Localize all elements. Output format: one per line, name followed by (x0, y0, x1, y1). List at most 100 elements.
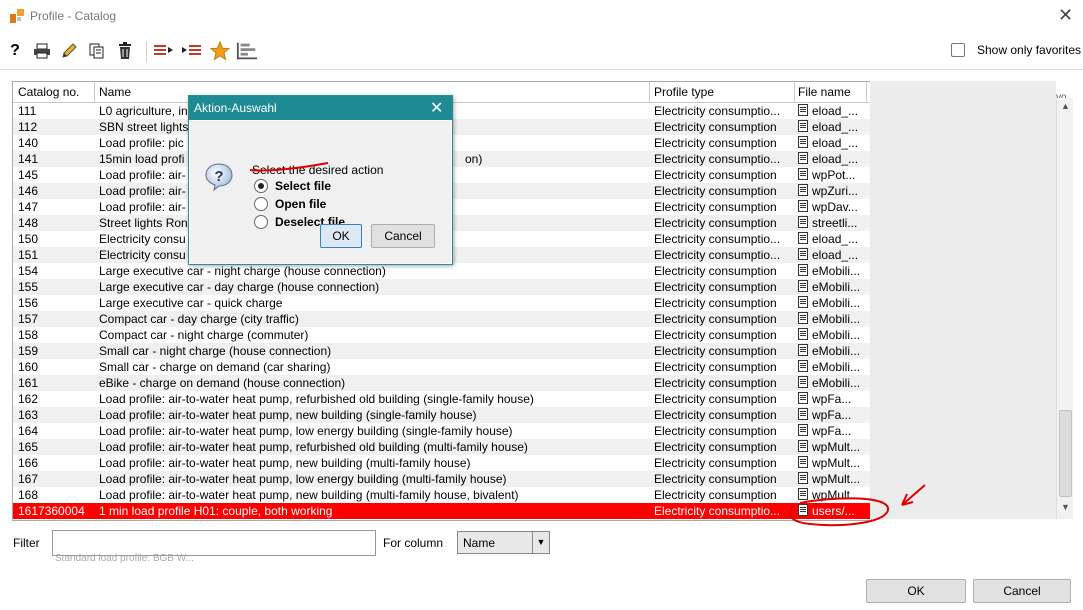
dropdown-arrow-icon[interactable]: ▼ (532, 532, 549, 553)
cell-catalog-no: 145 (18, 168, 39, 182)
table-row[interactable]: 154 Large executive car - night charge (h… (13, 263, 871, 279)
column-select[interactable]: Name ▼ (457, 531, 550, 554)
scroll-up-arrow-icon[interactable]: ▲ (1061, 101, 1070, 111)
radio-open-file[interactable]: Open file (254, 196, 326, 212)
file-name-text: wpMult... (812, 472, 861, 486)
table-row[interactable]: 164 Load profile: air-to-water heat pump,… (13, 423, 871, 439)
cell-file-name[interactable]: wpZuri... (798, 183, 870, 199)
list-move-right-icon[interactable] (154, 39, 176, 63)
cell-catalog-no: 147 (18, 200, 39, 214)
copy-icon[interactable] (86, 39, 108, 63)
cell-file-name[interactable]: streetli... (798, 215, 870, 231)
table-row[interactable]: 159 Small car - night charge (house conne… (13, 343, 871, 359)
cancel-button[interactable]: Cancel (973, 579, 1071, 603)
cell-file-name[interactable]: wpPot... (798, 167, 870, 183)
scrollbar-thumb[interactable] (1059, 410, 1072, 497)
file-name-text: eload_... (812, 232, 859, 246)
table-row[interactable]: 155 Large executive car - day charge (hou… (13, 279, 871, 295)
cell-file-name[interactable]: eload_... (798, 135, 870, 151)
cell-file-name[interactable]: users/... (798, 503, 870, 519)
ok-button[interactable]: OK (866, 579, 966, 603)
radio-button[interactable] (254, 197, 268, 211)
dialog-ok-button[interactable]: OK (320, 224, 362, 248)
column-layout-icon[interactable] (236, 39, 258, 63)
cell-file-name[interactable]: eMobili... (798, 279, 870, 295)
table-row[interactable]: 166 Load profile: air-to-water heat pump,… (13, 455, 871, 471)
file-name-text: wpPot... (812, 168, 856, 182)
vertical-scrollbar[interactable]: ▲ ▼ (1056, 98, 1073, 519)
dialog-close-icon[interactable]: ✕ (430, 98, 443, 118)
print-icon[interactable] (31, 39, 53, 63)
column-header-catalog-no[interactable]: Catalog no. (18, 85, 79, 99)
radio-select-file[interactable]: Select file (254, 178, 331, 194)
table-row[interactable]: 156 Large executive car - quick charge Ele… (13, 295, 871, 311)
file-icon (798, 152, 808, 164)
file-icon (798, 296, 808, 308)
column-divider[interactable] (94, 82, 95, 102)
cell-file-name[interactable]: wpMult... (798, 487, 870, 503)
file-name-text: wpDav... (812, 200, 858, 214)
cell-file-name[interactable]: wpFa... (798, 407, 870, 423)
column-header-profile-type[interactable]: Profile type (654, 85, 714, 99)
cell-file-name[interactable]: eMobili... (798, 311, 870, 327)
table-row[interactable]: 168 Load profile: air-to-water heat pump,… (13, 487, 871, 503)
for-column-label: For column (383, 536, 444, 550)
cell-file-name[interactable]: eMobili... (798, 263, 870, 279)
cell-file-name[interactable]: eload_... (798, 231, 870, 247)
cell-file-name[interactable]: eload_... (798, 247, 870, 263)
cell-file-name[interactable]: wpMult... (798, 455, 870, 471)
cell-file-name[interactable]: eMobili... (798, 327, 870, 343)
cell-catalog-no: 154 (18, 264, 39, 278)
table-row[interactable]: 165 Load profile: air-to-water heat pump,… (13, 439, 871, 455)
help-icon[interactable]: ? (4, 39, 26, 63)
table-row[interactable]: 157 Compact car - day charge (city traffi… (13, 311, 871, 327)
cell-catalog-no: 1617360004 (18, 504, 85, 518)
cell-catalog-no: 146 (18, 184, 39, 198)
column-divider[interactable] (794, 82, 795, 102)
cell-file-name[interactable]: eMobili... (798, 343, 870, 359)
scroll-down-arrow-icon[interactable]: ▼ (1061, 502, 1070, 512)
cell-name: Load profile: air-to-water heat pump, ne… (99, 488, 519, 502)
cell-file-name[interactable]: eload_... (798, 119, 870, 135)
favorite-star-icon[interactable] (209, 39, 231, 63)
dialog-cancel-button[interactable]: Cancel (371, 224, 435, 248)
file-icon (798, 104, 808, 116)
cell-catalog-no: 140 (18, 136, 39, 150)
obscured-text: Standard load profile: BGB W... (55, 553, 194, 564)
edit-pencil-icon[interactable] (58, 39, 80, 63)
cell-file-name[interactable]: wpMult... (798, 471, 870, 487)
table-row[interactable]: 163 Load profile: air-to-water heat pump,… (13, 407, 871, 423)
cell-file-name[interactable]: eload_... (798, 151, 870, 167)
table-row[interactable]: 160 Small car - charge on demand (car sha… (13, 359, 871, 375)
cell-file-name[interactable]: eMobili... (798, 359, 870, 375)
cell-name: Small car - charge on demand (car sharin… (99, 360, 331, 374)
delete-trash-icon[interactable] (114, 39, 136, 63)
cell-file-name[interactable]: eMobili... (798, 375, 870, 391)
file-icon (798, 344, 808, 356)
column-divider[interactable] (649, 82, 650, 102)
table-row[interactable]: 167 Load profile: air-to-water heat pump,… (13, 471, 871, 487)
cell-file-name[interactable]: wpFa... (798, 391, 870, 407)
table-row[interactable]: 1617360004 1 min load profile H01: couple… (13, 503, 871, 519)
column-header-file-name[interactable]: File name (798, 85, 851, 99)
show-only-favorites-checkbox[interactable] (951, 43, 965, 57)
cell-file-name[interactable]: wpFa... (798, 423, 870, 439)
radio-button[interactable] (254, 215, 268, 229)
cell-profile-type: Electricity consumption (654, 184, 777, 198)
cell-profile-type: Electricity consumptio... (654, 504, 781, 518)
cell-name: Large executive car - quick charge (99, 296, 283, 310)
table-row[interactable]: 162 Load profile: air-to-water heat pump,… (13, 391, 871, 407)
table-row[interactable]: 158 Compact car - night charge (commuter)… (13, 327, 871, 343)
cell-file-name[interactable]: wpMult... (798, 439, 870, 455)
column-divider[interactable] (866, 82, 867, 102)
radio-button[interactable] (254, 179, 268, 193)
cell-file-name[interactable]: eMobili... (798, 295, 870, 311)
cell-file-name[interactable]: eload_... (798, 103, 870, 119)
cell-catalog-no: 168 (18, 488, 39, 502)
list-move-left-icon[interactable] (181, 39, 203, 63)
table-row[interactable]: 161 eBike - charge on demand (house conne… (13, 375, 871, 391)
column-header-name[interactable]: Name (99, 85, 131, 99)
window-close-icon[interactable]: ✕ (1058, 6, 1073, 24)
show-only-favorites-label: Show only favorites (977, 43, 1082, 57)
cell-file-name[interactable]: wpDav... (798, 199, 870, 215)
